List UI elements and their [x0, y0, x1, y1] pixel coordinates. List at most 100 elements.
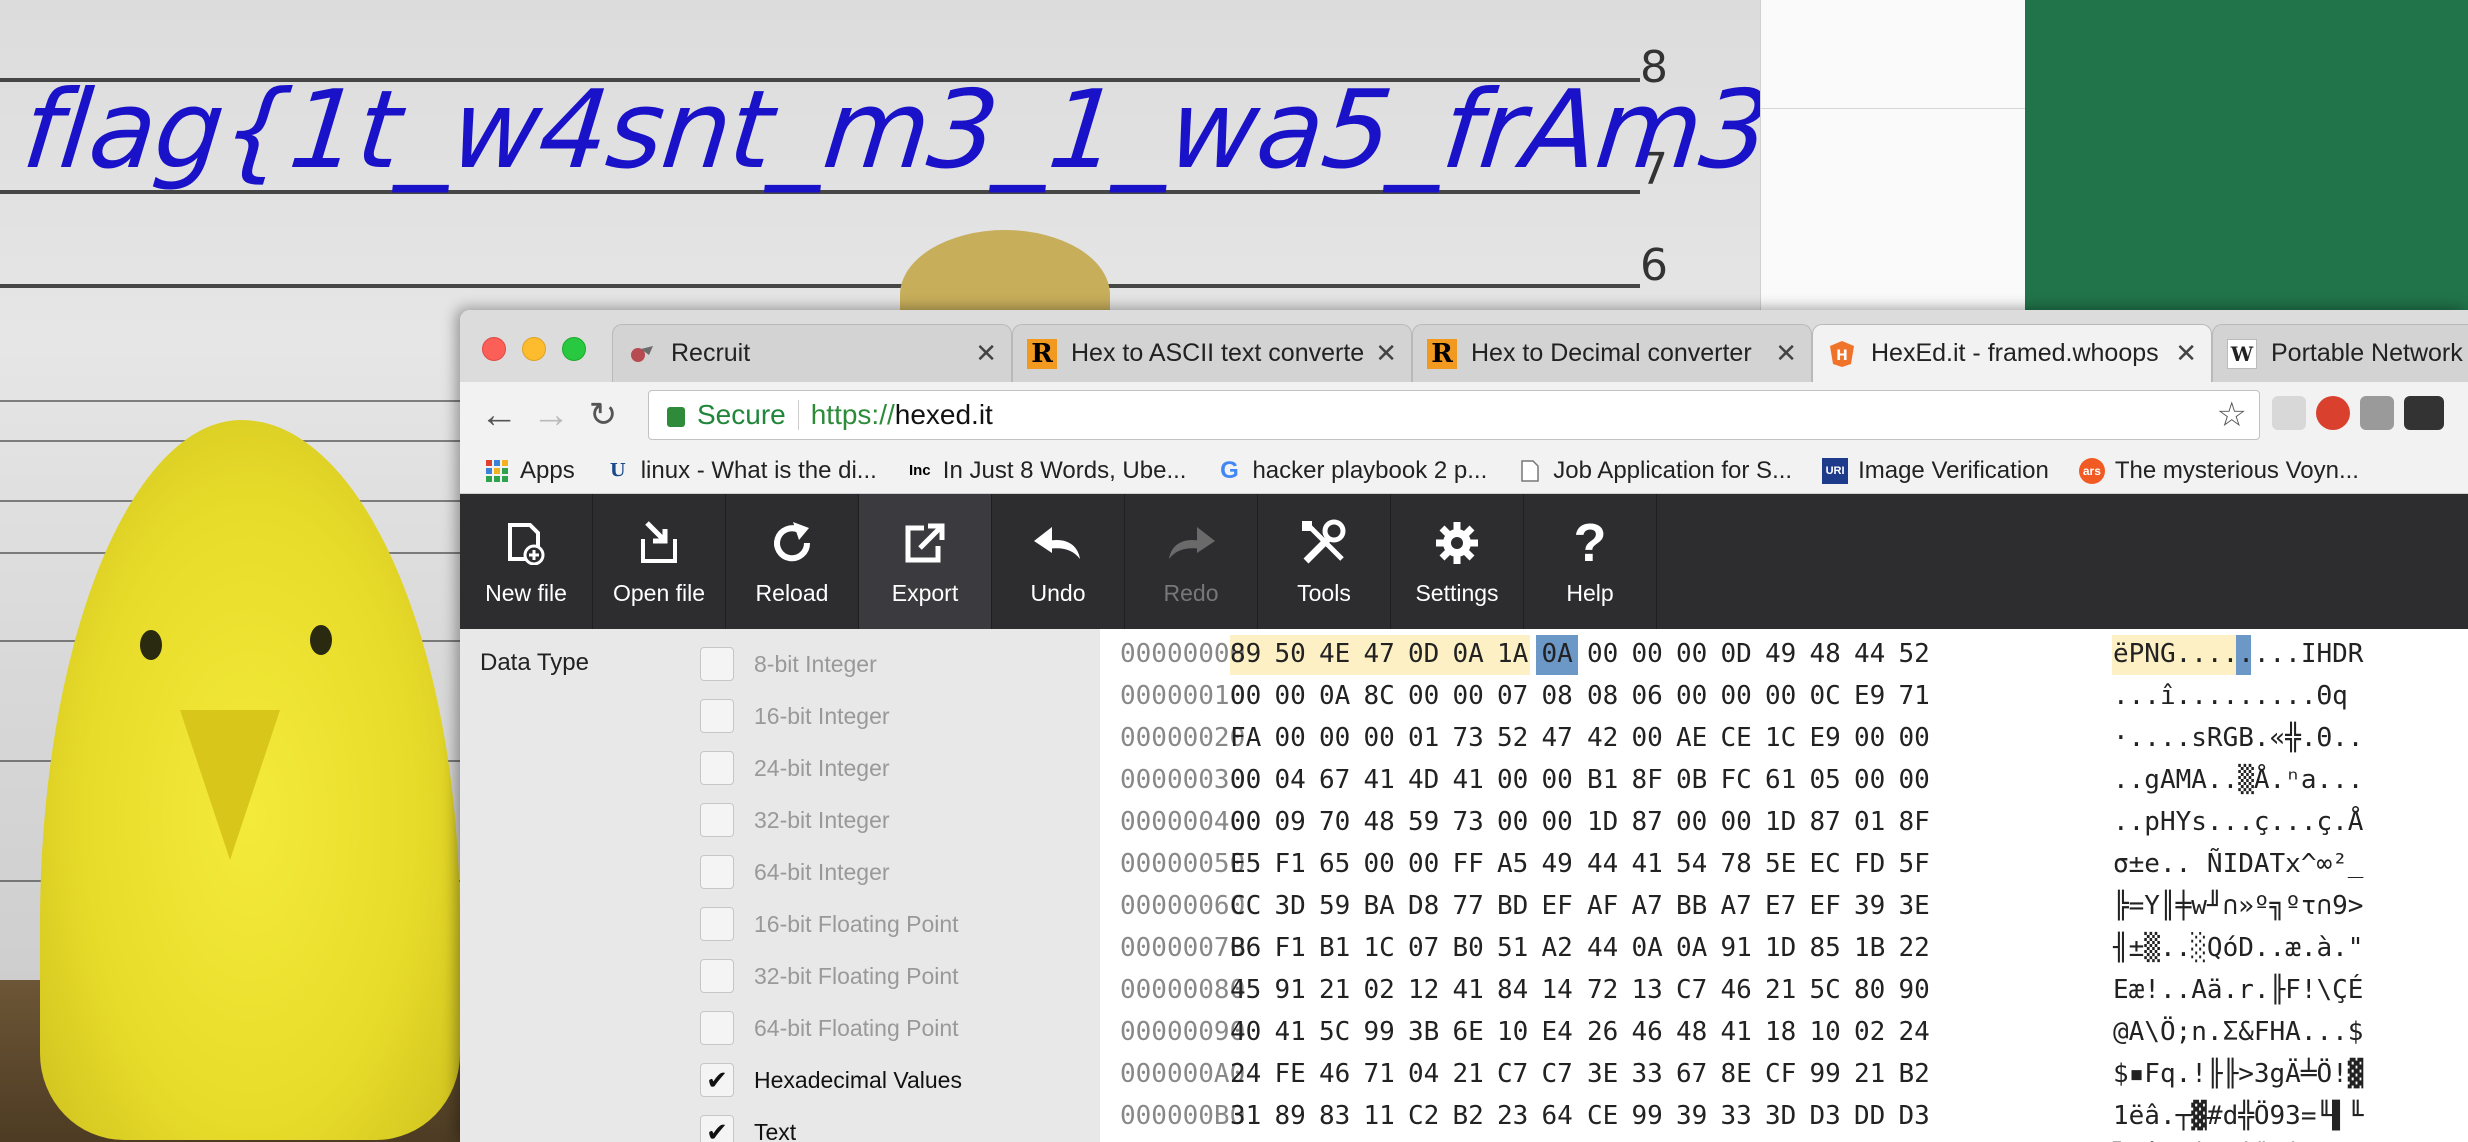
hex-ascii-text[interactable]: ·....sRGB.«╬.Θ.. — [2113, 723, 2363, 753]
data-type-checkbox[interactable]: ✔ — [700, 1115, 734, 1142]
hex-byte[interactable]: 07 — [1497, 681, 1537, 711]
hex-ascii-text[interactable]: σ±e.. ÑIDATx^∞²_ — [2113, 849, 2363, 879]
hex-byte[interactable]: 73 — [1453, 807, 1493, 837]
hex-byte[interactable]: 49 — [1765, 639, 1805, 669]
bookmark-star-icon[interactable]: ☆ — [2217, 395, 2247, 435]
url-input[interactable]: Secure https:// hexed.it ☆ — [648, 390, 2260, 440]
hex-byte[interactable]: E9 — [1854, 681, 1894, 711]
extension-icon[interactable] — [2360, 396, 2394, 430]
hex-byte[interactable]: 3E — [1899, 891, 1939, 921]
tab-hex-decimal[interactable]: R Hex to Decimal converter ✕ — [1412, 324, 1812, 382]
hex-byte[interactable]: 24 — [1230, 1059, 1270, 1089]
undo-button[interactable]: Undo — [992, 494, 1125, 629]
hex-byte[interactable]: 00 — [1587, 639, 1627, 669]
hex-byte[interactable]: CE — [1721, 723, 1761, 753]
bookmark-image-verification[interactable]: URI Image Verification — [1822, 457, 2049, 485]
data-type-option[interactable]: 24-bit Integer — [700, 751, 890, 785]
hex-byte[interactable]: 8C — [1364, 681, 1404, 711]
hex-byte[interactable]: 05 — [1810, 765, 1850, 795]
hex-byte[interactable]: 44 — [1587, 849, 1627, 879]
hex-byte[interactable]: 6E — [1453, 1017, 1493, 1047]
hex-byte[interactable]: 91 — [1721, 933, 1761, 963]
hex-byte[interactable]: 78 — [1721, 849, 1761, 879]
hex-byte[interactable]: FF — [1453, 849, 1493, 879]
hex-byte[interactable]: 3D — [1275, 891, 1315, 921]
tab-recruit[interactable]: Recruit ✕ — [612, 324, 1012, 382]
hex-byte[interactable]: 09 — [1275, 807, 1315, 837]
minimize-window-button[interactable] — [522, 337, 546, 361]
hex-byte[interactable]: CE — [1587, 1101, 1627, 1131]
hex-byte[interactable]: 00 — [1497, 807, 1537, 837]
hex-byte[interactable]: 8F — [1632, 765, 1672, 795]
data-type-option[interactable]: ✔ Hexadecimal Values — [700, 1063, 962, 1097]
hex-byte[interactable]: 72 — [1587, 975, 1627, 1005]
hex-byte[interactable]: 89 — [1275, 1101, 1315, 1131]
hex-byte[interactable]: 99 — [1810, 1059, 1850, 1089]
hex-byte[interactable]: 52 — [1497, 723, 1537, 753]
bookmark-voynich[interactable]: ars The mysterious Voyn... — [2078, 457, 2359, 485]
hex-byte[interactable]: 0A — [1453, 639, 1493, 669]
hex-byte[interactable]: 00 — [1676, 807, 1716, 837]
hex-byte[interactable]: 90 — [1899, 975, 1939, 1005]
hex-byte[interactable]: 21 — [1854, 1059, 1894, 1089]
hex-byte[interactable]: 4D — [1408, 765, 1448, 795]
hex-byte[interactable]: 42 — [1587, 723, 1627, 753]
tab-portable-network[interactable]: W Portable Network — [2212, 324, 2468, 382]
hex-byte[interactable]: 49 — [1542, 849, 1582, 879]
hex-byte[interactable]: 5F — [1899, 849, 1939, 879]
hex-byte[interactable]: D3 — [1810, 1101, 1850, 1131]
hex-byte[interactable]: 1A — [1497, 639, 1537, 669]
hex-byte[interactable]: 52 — [1899, 639, 1939, 669]
extension-icon[interactable] — [2272, 396, 2306, 430]
hex-byte[interactable]: 85 — [1810, 933, 1850, 963]
hex-byte[interactable]: BD — [1497, 891, 1537, 921]
hex-byte[interactable]: 0D — [1408, 639, 1448, 669]
hex-byte[interactable]: 83 — [1319, 1101, 1359, 1131]
hex-byte[interactable]: C7 — [1542, 1059, 1582, 1089]
hex-byte[interactable]: 46 — [1632, 1017, 1672, 1047]
hex-byte[interactable]: 64 — [1542, 1101, 1582, 1131]
hex-byte[interactable]: 46 — [1721, 975, 1761, 1005]
hex-byte[interactable]: 23 — [1497, 1101, 1537, 1131]
hex-byte[interactable]: 48 — [1810, 639, 1850, 669]
hex-byte[interactable]: 41 — [1453, 765, 1493, 795]
hex-byte[interactable]: 00 — [1364, 723, 1404, 753]
hex-byte[interactable]: 99 — [1632, 1101, 1672, 1131]
hex-byte[interactable]: B2 — [1453, 1101, 1493, 1131]
hex-byte[interactable]: 67 — [1676, 1059, 1716, 1089]
open-file-button[interactable]: Open file — [593, 494, 726, 629]
hex-byte[interactable]: 00 — [1899, 723, 1939, 753]
hex-byte[interactable]: 11 — [1364, 1101, 1404, 1131]
extension-icon[interactable] — [2404, 396, 2444, 430]
hex-byte[interactable]: 41 — [1275, 1017, 1315, 1047]
hex-ascii-text[interactable]: ëPNG........IHDR — [2113, 639, 2363, 669]
hex-byte[interactable]: 59 — [1319, 891, 1359, 921]
hex-byte[interactable]: B1 — [1319, 933, 1359, 963]
data-type-checkbox[interactable]: ✔ — [700, 1063, 734, 1097]
hex-byte[interactable]: CF — [1765, 1059, 1805, 1089]
hex-byte[interactable]: 00 — [1497, 765, 1537, 795]
hex-byte[interactable]: 45 — [1230, 975, 1270, 1005]
hex-byte[interactable]: 13 — [1632, 975, 1672, 1005]
hex-byte[interactable]: 01 — [1854, 807, 1894, 837]
hex-byte[interactable]: 67 — [1319, 765, 1359, 795]
hex-byte[interactable]: E7 — [1765, 891, 1805, 921]
data-type-option[interactable]: 32-bit Integer — [700, 803, 890, 837]
hex-byte[interactable]: 80 — [1854, 975, 1894, 1005]
hex-byte[interactable]: 61 — [1765, 765, 1805, 795]
tab-hexed[interactable]: H HexEd.it - framed.whoops ✕ — [1812, 324, 2212, 382]
hex-byte[interactable]: 14 — [1542, 975, 1582, 1005]
hex-editor-view[interactable]: 00000000 89 50 4E 47 0D 0A 1A 0A 00 00 00 0D 49 48 44 52… — [1100, 629, 2468, 1142]
hex-byte[interactable]: 48 — [1364, 807, 1404, 837]
redo-button[interactable]: Redo — [1125, 494, 1258, 629]
data-type-checkbox[interactable] — [700, 699, 734, 733]
hex-byte[interactable]: CC — [1230, 891, 1270, 921]
hex-byte[interactable]: E9 — [1810, 723, 1850, 753]
close-tab-icon[interactable]: ✕ — [1375, 338, 1397, 369]
data-type-checkbox[interactable] — [700, 907, 734, 941]
hex-byte[interactable]: 44 — [1854, 639, 1894, 669]
bookmark-inc[interactable]: Inc In Just 8 Words, Ube... — [907, 457, 1187, 485]
hex-byte[interactable]: 21 — [1765, 975, 1805, 1005]
hex-byte[interactable]: 00 — [1542, 807, 1582, 837]
hex-byte[interactable]: 0B — [1676, 765, 1716, 795]
